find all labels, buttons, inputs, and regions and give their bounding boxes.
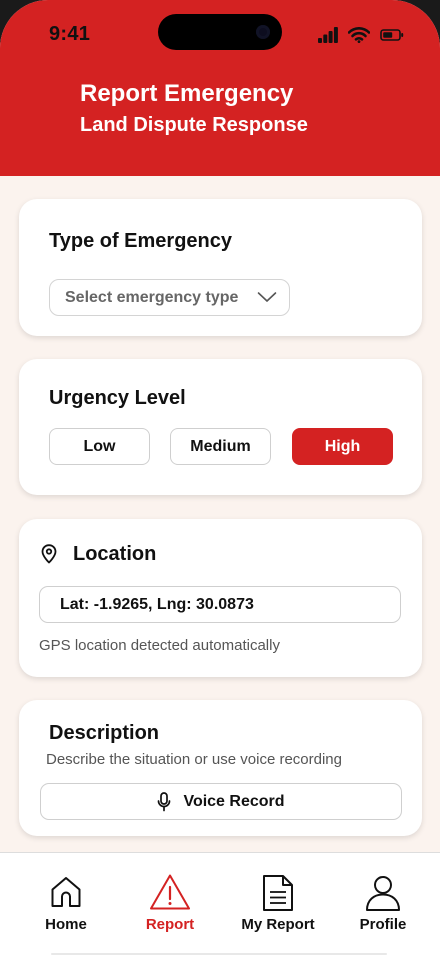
emergency-type-placeholder: Select emergency type bbox=[65, 288, 239, 306]
camera-icon bbox=[256, 25, 270, 39]
location-value: Lat: -1.9265, Lng: 30.0873 bbox=[60, 595, 254, 613]
wifi-icon bbox=[348, 27, 370, 43]
urgency-low-button[interactable]: Low bbox=[49, 428, 150, 465]
tab-my-report-label: My Report bbox=[241, 916, 315, 933]
home-icon bbox=[51, 877, 81, 907]
description-card: Description Describe the situation or us… bbox=[19, 700, 422, 836]
location-helper-text: GPS location detected automatically bbox=[39, 637, 280, 654]
urgency-high-button[interactable]: High bbox=[292, 428, 393, 465]
tab-home-label: Home bbox=[45, 916, 87, 933]
map-pin-icon bbox=[41, 544, 57, 564]
urgency-medium-button[interactable]: Medium bbox=[170, 428, 271, 465]
voice-record-label: Voice Record bbox=[183, 792, 285, 810]
microphone-icon bbox=[158, 791, 171, 811]
phone-screen: 9:41 Report Emergency Land Dispute Respo… bbox=[0, 0, 440, 956]
location-title: Location bbox=[73, 543, 157, 565]
status-bar: 9:41 bbox=[0, 0, 440, 70]
description-helper-text: Describe the situation or use voice reco… bbox=[46, 751, 342, 768]
user-icon bbox=[366, 876, 400, 911]
urgency-title: Urgency Level bbox=[49, 387, 186, 409]
bottom-tab-bar: Home Report My Report Profile bbox=[0, 852, 440, 956]
warning-icon bbox=[150, 874, 190, 910]
location-field[interactable]: Lat: -1.9265, Lng: 30.0873 bbox=[39, 586, 401, 623]
urgency-card: Urgency Level Low Medium High bbox=[19, 359, 422, 495]
app-header: 9:41 Report Emergency Land Dispute Respo… bbox=[0, 0, 440, 176]
status-time: 9:41 bbox=[49, 23, 91, 45]
signal-icon bbox=[318, 27, 338, 43]
document-icon bbox=[263, 875, 293, 911]
page-subtitle: Land Dispute Response bbox=[80, 114, 308, 136]
emergency-type-card: Type of Emergency Select emergency type bbox=[19, 199, 422, 336]
page-title: Report Emergency bbox=[80, 80, 294, 107]
tab-report-label: Report bbox=[145, 916, 195, 933]
home-indicator bbox=[51, 953, 387, 955]
description-title: Description bbox=[49, 722, 160, 744]
emergency-type-select[interactable]: Select emergency type bbox=[49, 279, 290, 316]
tab-my-report[interactable]: My Report bbox=[223, 853, 333, 953]
emergency-type-title: Type of Emergency bbox=[49, 230, 233, 252]
tab-profile[interactable]: Profile bbox=[328, 853, 438, 953]
battery-icon bbox=[380, 29, 404, 41]
tab-report[interactable]: Report bbox=[115, 853, 225, 953]
voice-record-button[interactable]: Voice Record bbox=[40, 783, 402, 820]
status-icons bbox=[318, 25, 404, 45]
chevron-down-icon bbox=[257, 292, 277, 302]
tab-home[interactable]: Home bbox=[11, 853, 121, 953]
tab-profile-label: Profile bbox=[359, 916, 407, 933]
dynamic-island bbox=[158, 14, 282, 50]
location-card: Location Lat: -1.9265, Lng: 30.0873 GPS … bbox=[19, 519, 422, 677]
